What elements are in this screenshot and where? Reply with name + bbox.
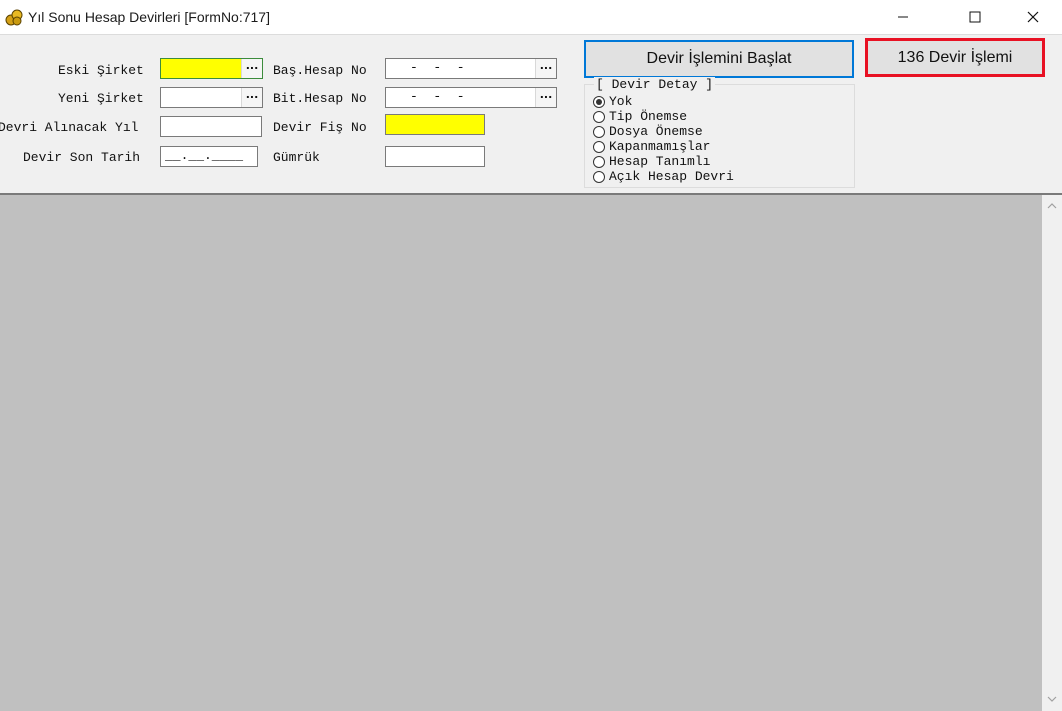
bit-hesap-lookup-button[interactable]: ... [535, 88, 556, 107]
minimize-icon [898, 16, 908, 18]
bit-hesap-no-value: - - - [410, 89, 465, 104]
radio-option-acik-hesap-devri[interactable]: Açık Hesap Devri [593, 169, 734, 184]
radio-hesap-tanimli[interactable] [593, 155, 605, 168]
radio-label: Yok [609, 94, 633, 109]
eski-sirket-label: Eski Şirket [58, 63, 144, 78]
devir-son-tarih-value: __.__.____ [165, 148, 244, 163]
radio-dosya-onemse[interactable] [593, 125, 605, 138]
gumruk-field[interactable] [385, 146, 485, 167]
scroll-up-arrow-icon[interactable] [1047, 202, 1057, 210]
bas-hesap-no-value: - - - [410, 60, 465, 75]
window-title: Yıl Sonu Hesap Devirleri [FormNo:717] [28, 9, 270, 25]
radio-label: Hesap Tanımlı [609, 154, 711, 169]
title-bar: Yıl Sonu Hesap Devirleri [FormNo:717] [0, 0, 1062, 34]
yeni-sirket-label: Yeni Şirket [58, 91, 144, 106]
devir-islemini-baslat-button[interactable]: Devir İşlemini Başlat [584, 40, 854, 78]
devir-son-tarih-field[interactable]: __.__.____ [160, 146, 258, 167]
radio-option-yok[interactable]: Yok [593, 94, 734, 109]
yeni-sirket-field[interactable]: ... [160, 87, 263, 108]
gumruk-label: Gümrük [273, 150, 320, 165]
vertical-scrollbar[interactable] [1042, 195, 1062, 711]
eski-sirket-lookup-button[interactable]: ... [241, 59, 262, 78]
radio-option-tip-onemse[interactable]: Tip Önemse [593, 109, 734, 124]
radio-option-dosya-onemse[interactable]: Dosya Önemse [593, 124, 734, 139]
devir-fis-no-label: Devir Fiş No [273, 120, 367, 135]
radio-label: Tip Önemse [609, 109, 688, 124]
maximize-button[interactable] [952, 0, 998, 34]
devir-detay-legend: [ Devir Detay ] [594, 77, 716, 92]
yeni-sirket-lookup-button[interactable]: ... [241, 88, 262, 107]
close-button[interactable] [1010, 0, 1056, 34]
devri-alinacak-yil-label: Devri Alınacak Yıl [0, 120, 139, 135]
bas-hesap-no-field[interactable]: - - - ... [385, 58, 557, 79]
bit-hesap-no-label: Bit.Hesap No [273, 91, 367, 106]
radio-label: Açık Hesap Devri [609, 169, 734, 184]
radio-option-kapanmamislar[interactable]: Kapanmamışlar [593, 139, 734, 154]
bas-hesap-no-label: Baş.Hesap No [273, 63, 367, 78]
maximize-icon [969, 11, 981, 23]
radio-option-hesap-tanimli[interactable]: Hesap Tanımlı [593, 154, 734, 169]
workspace-area [0, 195, 1042, 711]
devri-alinacak-yil-field[interactable] [160, 116, 262, 137]
bit-hesap-no-field[interactable]: - - - ... [385, 87, 557, 108]
scroll-down-arrow-icon[interactable] [1047, 695, 1057, 703]
devir-son-tarih-label: Devir Son Tarih [23, 150, 141, 165]
minimize-button[interactable] [880, 0, 926, 34]
radio-label: Kapanmamışlar [609, 139, 711, 154]
radio-acik-hesap-devri[interactable] [593, 170, 605, 183]
app-icon [5, 9, 23, 26]
close-icon [1027, 11, 1039, 23]
devir-detay-options: Yok Tip Önemse Dosya Önemse Kapanmamışla… [593, 94, 734, 184]
devir-fis-no-field[interactable] [385, 114, 485, 135]
radio-tip-onemse[interactable] [593, 110, 605, 123]
radio-kapanmamislar[interactable] [593, 140, 605, 153]
radio-label: Dosya Önemse [609, 124, 703, 139]
bas-hesap-lookup-button[interactable]: ... [535, 59, 556, 78]
devir-136-islemi-button[interactable]: 136 Devir İşlemi [865, 38, 1045, 77]
radio-yok[interactable] [593, 95, 605, 108]
eski-sirket-field[interactable]: ... [160, 58, 263, 79]
